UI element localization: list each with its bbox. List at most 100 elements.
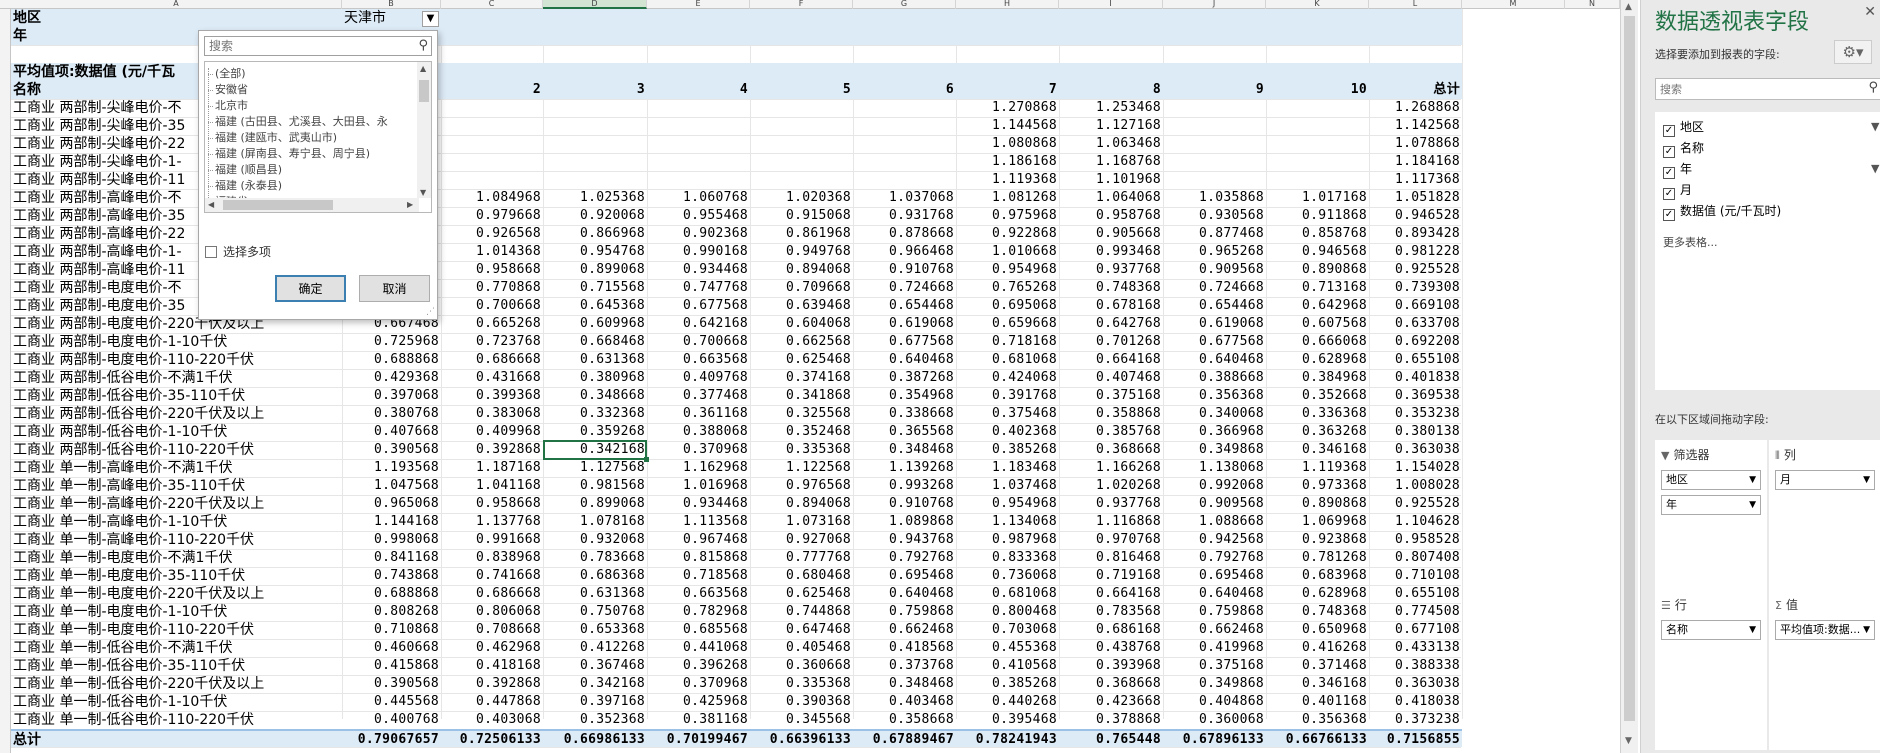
data-cell[interactable]: 1.078868 [1369, 135, 1462, 153]
data-cell[interactable]: 0.925528 [1369, 261, 1462, 279]
table-row[interactable]: 工商业 单一制-电度电价-1-10千伏 0.808268 0.806068 0.750… [11, 603, 1462, 621]
data-cell[interactable]: 1.035868 [1163, 189, 1266, 207]
data-cell[interactable]: 0.677568 [647, 297, 750, 315]
data-cell[interactable]: 0.927068 [750, 531, 853, 549]
data-cell[interactable]: 0.402368 [956, 423, 1059, 441]
data-cell[interactable]: 0.894068 [750, 495, 853, 513]
table-row[interactable]: 工商业 单一制-电度电价-不满1千伏 0.841168 0.838968 0.7836… [11, 549, 1462, 567]
table-row[interactable]: 工商业 两部制-低谷电价-35-110千伏 0.397068 0.399368 0.3… [11, 387, 1462, 405]
data-cell[interactable]: 0.363268 [1266, 423, 1369, 441]
data-cell[interactable]: 0.954968 [956, 261, 1059, 279]
data-cell[interactable]: 0.619068 [853, 315, 956, 333]
data-cell[interactable]: 0.781268 [1266, 549, 1369, 567]
zone-field-pill[interactable]: 地区 ▼ [1661, 470, 1761, 490]
data-cell[interactable]: 0.736068 [956, 567, 1059, 585]
data-cell[interactable]: 1.017168 [1266, 189, 1369, 207]
data-cell[interactable]: 0.368668 [1059, 441, 1163, 459]
data-cell[interactable]: 0.358668 [853, 711, 956, 729]
data-cell[interactable]: 0.363038 [1369, 675, 1462, 693]
table-row[interactable]: 工商业 单一制-高峰电价-35-110千伏 1.047568 1.041168 0.9… [11, 477, 1462, 495]
data-cell[interactable]: 1.138068 [1163, 459, 1266, 477]
data-cell[interactable]: 1.184168 [1369, 153, 1462, 171]
data-cell[interactable]: 0.391768 [956, 387, 1059, 405]
field-search-input[interactable] [1656, 79, 1846, 99]
data-cell[interactable]: 0.662468 [853, 621, 956, 639]
data-cell[interactable]: 0.654468 [1163, 297, 1266, 315]
data-cell[interactable]: 1.025368 [543, 189, 647, 207]
data-cell[interactable]: 0.338668 [853, 405, 956, 423]
data-cell[interactable]: 0.359268 [543, 423, 647, 441]
data-cell[interactable]: 1.064068 [1059, 189, 1163, 207]
data-cell[interactable]: 0.669108 [1369, 297, 1462, 315]
data-cell[interactable]: 0.681068 [956, 351, 1059, 369]
data-cell[interactable]: 0.354968 [853, 387, 956, 405]
data-cell[interactable]: 1.270868 [956, 99, 1059, 117]
sheet-vertical-scrollbar[interactable]: ▲ ▼ [1620, 0, 1638, 753]
data-cell[interactable]: 0.609968 [543, 315, 647, 333]
column-header[interactable]: E [647, 0, 750, 9]
data-cell[interactable]: 0.998068 [342, 531, 441, 549]
data-cell[interactable]: 0.695468 [1163, 567, 1266, 585]
data-cell[interactable]: 1.063468 [1059, 135, 1163, 153]
data-cell[interactable]: 0.366968 [1163, 423, 1266, 441]
data-cell[interactable]: 0.808268 [342, 603, 441, 621]
data-cell[interactable]: 0.335368 [750, 675, 853, 693]
data-cell[interactable]: 0.662468 [1163, 621, 1266, 639]
filter-funnel-icon[interactable]: ▼ [422, 11, 439, 27]
data-cell[interactable]: 1.073168 [750, 513, 853, 531]
data-cell[interactable]: 0.893428 [1369, 225, 1462, 243]
data-cell[interactable]: 0.750768 [543, 603, 647, 621]
data-cell[interactable]: 0.800468 [956, 603, 1059, 621]
data-cell[interactable]: 0.664168 [1059, 351, 1163, 369]
data-cell[interactable]: 0.666068 [1266, 333, 1369, 351]
month-header[interactable]: 8 [1059, 81, 1163, 99]
data-cell[interactable]: 1.101968 [1059, 171, 1163, 189]
filter-row[interactable]: 地区 天津市 [11, 9, 1462, 27]
data-cell[interactable]: 0.380768 [342, 405, 441, 423]
data-cell[interactable]: 0.368668 [1059, 675, 1163, 693]
data-cell[interactable]: 0.412268 [543, 639, 647, 657]
data-cell[interactable]: 0.841168 [342, 549, 441, 567]
data-cell[interactable]: 0.878668 [853, 225, 956, 243]
data-cell[interactable]: 0.407668 [342, 423, 441, 441]
data-cell[interactable]: 0.739308 [1369, 279, 1462, 297]
month-header[interactable]: 7 [956, 81, 1059, 99]
data-cell[interactable]: 0.715568 [543, 279, 647, 297]
data-cell[interactable]: 1.183468 [956, 459, 1059, 477]
data-cell[interactable]: 0.346168 [1266, 441, 1369, 459]
data-cell[interactable]: 0.387268 [853, 369, 956, 387]
chevron-down-icon[interactable]: ▼ [1749, 621, 1756, 639]
data-cell[interactable]: 0.390368 [750, 693, 853, 711]
month-header[interactable]: 9 [1163, 81, 1266, 99]
data-cell[interactable]: 1.014368 [441, 243, 543, 261]
data-cell[interactable]: 0.401838 [1369, 369, 1462, 387]
data-cell[interactable]: 0.655108 [1369, 351, 1462, 369]
data-cell[interactable]: 1.069968 [1266, 513, 1369, 531]
data-cell[interactable]: 0.404868 [1163, 693, 1266, 711]
column-header[interactable]: L [1369, 0, 1462, 9]
filter-option[interactable]: 福建 (古田县、尤溪县、大田县、永 [208, 114, 388, 130]
filter-option[interactable]: 福建 (建瓯市、武夷山市) [207, 130, 337, 146]
data-cell[interactable]: 0.838968 [441, 549, 543, 567]
data-cell[interactable]: 1.127168 [1059, 117, 1163, 135]
data-cell[interactable]: 0.384968 [1266, 369, 1369, 387]
data-cell[interactable]: 0.965268 [1163, 243, 1266, 261]
data-cell[interactable]: 0.438768 [1059, 639, 1163, 657]
table-row[interactable]: 工商业 单一制-高峰电价-110-220千伏 0.998068 0.991668 0.… [11, 531, 1462, 549]
data-cell[interactable]: 0.409768 [647, 369, 750, 387]
data-cell[interactable]: 0.419968 [1163, 639, 1266, 657]
data-cell[interactable]: 0.677568 [853, 333, 956, 351]
data-cell[interactable]: 0.987968 [956, 531, 1059, 549]
scrollbar-thumb[interactable] [223, 200, 333, 210]
data-cell[interactable]: 0.356368 [1163, 387, 1266, 405]
data-cell[interactable]: 0.894068 [750, 261, 853, 279]
table-row[interactable]: 工商业 单一制-高峰电价-220千伏及以上 0.965068 0.958668 0.8… [11, 495, 1462, 513]
data-cell[interactable]: 0.970768 [1059, 531, 1163, 549]
data-cell[interactable]: 0.981568 [543, 477, 647, 495]
data-cell[interactable]: 0.902368 [647, 225, 750, 243]
data-cell[interactable]: 0.976568 [750, 477, 853, 495]
data-cell[interactable]: 0.934468 [647, 261, 750, 279]
scroll-down-icon[interactable]: ▼ [1625, 736, 1632, 746]
data-cell[interactable]: 0.680468 [750, 567, 853, 585]
data-cell[interactable]: 1.166268 [1059, 459, 1163, 477]
